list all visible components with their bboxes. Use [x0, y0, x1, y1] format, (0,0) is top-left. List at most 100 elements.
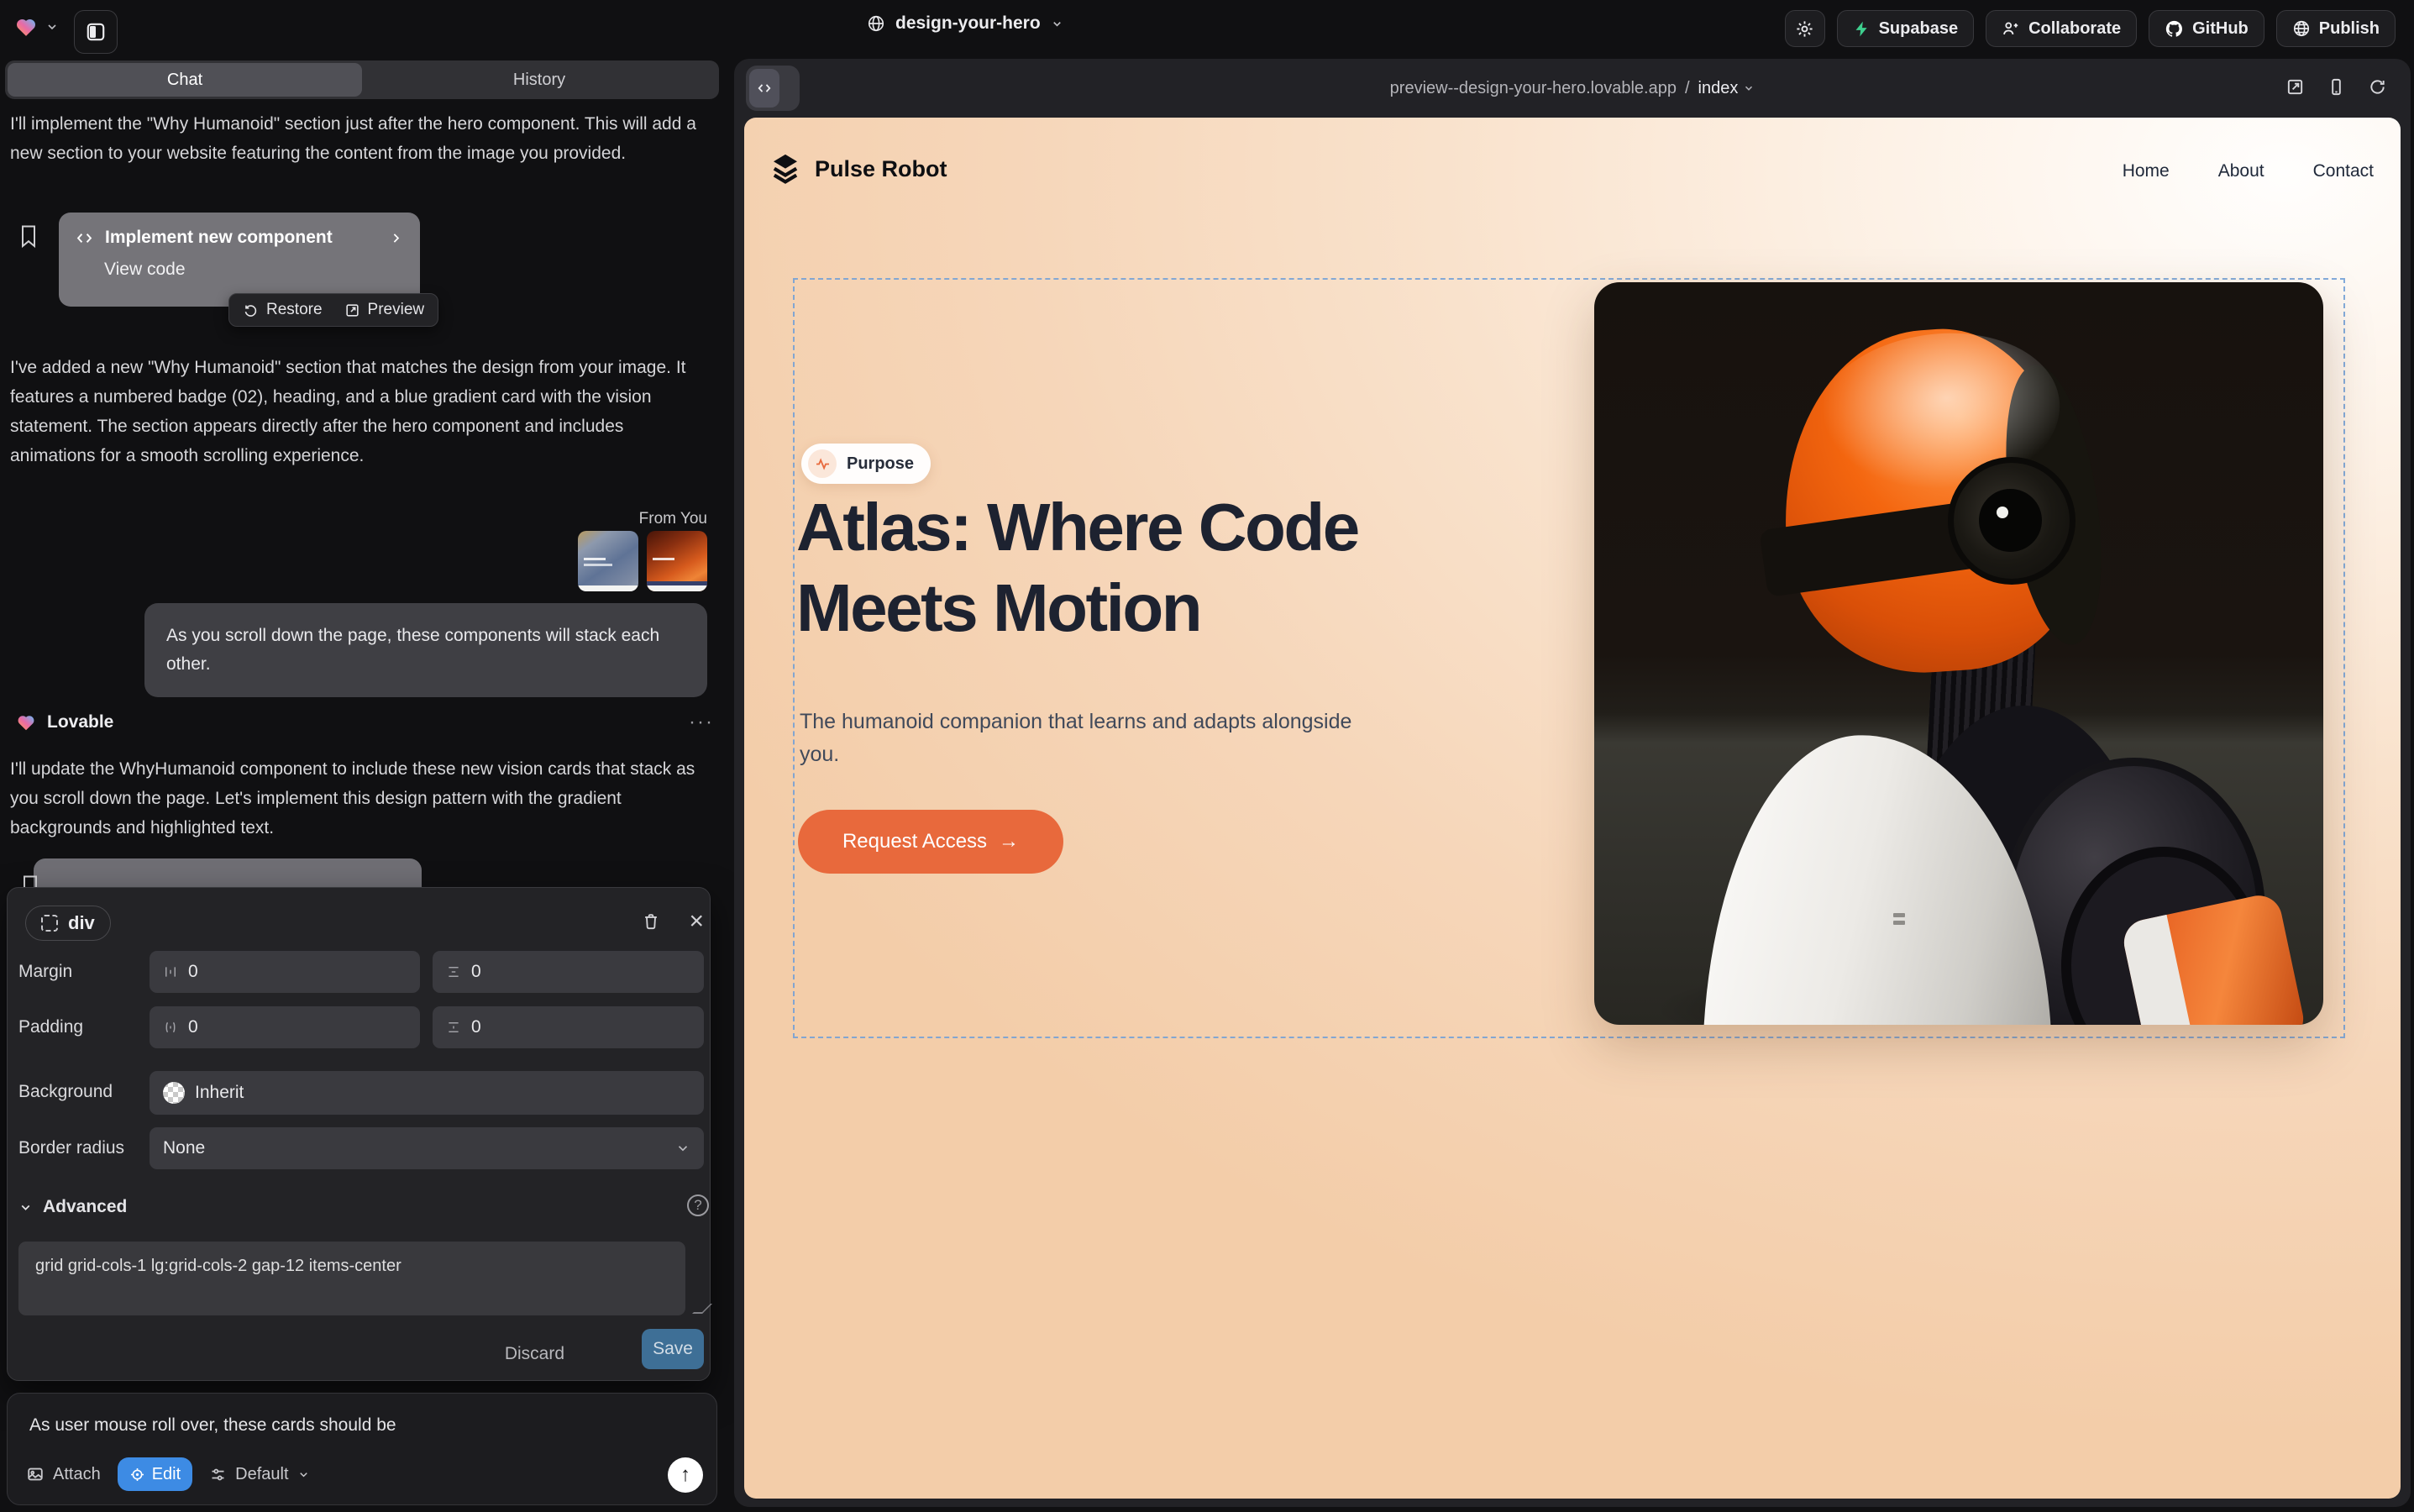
delete-element-button[interactable] [642, 911, 660, 932]
border-radius-value: None [163, 1138, 205, 1158]
chevron-down-icon [18, 1200, 33, 1215]
advanced-label: Advanced [43, 1197, 127, 1217]
edit-mode-button[interactable]: Edit [118, 1457, 192, 1491]
lovable-app-window: design-your-hero Supabase Co [0, 0, 2414, 1512]
margin-y-value: 0 [471, 962, 481, 982]
project-name: design-your-hero [895, 13, 1041, 34]
help-icon[interactable]: ? [687, 1194, 709, 1216]
github-label: GitHub [2192, 19, 2249, 39]
send-button[interactable]: ↑ [668, 1457, 703, 1493]
padding-y-input[interactable]: 0 [433, 1006, 704, 1048]
preview-button[interactable]: Preview [344, 301, 425, 319]
attachment-image-orange[interactable] [647, 531, 707, 591]
supabase-button[interactable]: Supabase [1837, 10, 1974, 47]
chevron-down-icon [1743, 82, 1755, 94]
github-button[interactable]: GitHub [2149, 10, 2264, 47]
robot-lens-glint [1997, 507, 2008, 518]
users-plus-icon [2002, 19, 2020, 38]
restore-button[interactable]: Restore [243, 301, 323, 319]
preview-panel: preview--design-your-hero.lovable.app / … [734, 59, 2411, 1507]
margin-x-icon [163, 964, 178, 979]
close-inspector-button[interactable]: × [689, 909, 704, 934]
project-switcher[interactable]: design-your-hero [867, 13, 1063, 34]
purpose-badge-label: Purpose [847, 454, 914, 474]
selected-element-chip[interactable]: div [25, 906, 111, 941]
gear-icon [1795, 19, 1814, 39]
site-nav: Home About Contact [2123, 161, 2374, 181]
bookmark-icon-partial [20, 874, 40, 887]
assistant-message-1: I'll implement the "Why Humanoid" sectio… [10, 109, 711, 168]
cta-label: Request Access [842, 830, 987, 853]
margin-y-input[interactable]: 0 [433, 951, 704, 993]
background-value: Inherit [195, 1083, 244, 1103]
request-access-button[interactable]: Request Access → [798, 810, 1063, 874]
restore-label: Restore [266, 301, 323, 319]
border-radius-select[interactable]: None [150, 1127, 704, 1169]
attach-button[interactable]: Attach [26, 1465, 101, 1484]
supabase-bolt-icon [1853, 20, 1871, 38]
padding-y-icon [446, 1020, 461, 1035]
discard-button[interactable]: Discard [505, 1334, 564, 1374]
message-menu-button[interactable]: ··· [689, 711, 714, 734]
nav-item-contact[interactable]: Contact [2313, 161, 2374, 181]
hero-subheading: The humanoid companion that learns and a… [800, 706, 1354, 771]
margin-y-icon [446, 964, 461, 979]
settings-button[interactable] [1785, 10, 1825, 47]
transparency-swatch-icon [163, 1082, 185, 1104]
robot-camera-lens [1979, 489, 2042, 552]
margin-label: Margin [18, 962, 72, 982]
padding-y-value: 0 [471, 1017, 481, 1037]
arrow-right-icon: → [999, 830, 1019, 853]
publish-globe-icon [2292, 19, 2311, 38]
edit-label: Edit [152, 1465, 181, 1484]
chevron-down-icon [675, 1141, 690, 1156]
site-header: Pulse Robot Home About Contact [744, 118, 2401, 227]
site-logo[interactable]: Pulse Robot [768, 151, 947, 186]
preview-page-select[interactable]: index [1698, 79, 1755, 98]
hero-heading-line1: Atlas: Where Code [796, 487, 1358, 568]
project-chevron-down-icon [1051, 18, 1063, 30]
mobile-view-button[interactable] [2327, 77, 2346, 97]
nav-item-home[interactable]: Home [2123, 161, 2170, 181]
target-icon [129, 1467, 145, 1483]
site-preview: Pulse Robot Home About Contact Purpose A… [744, 118, 2401, 1499]
image-plus-icon [26, 1465, 45, 1483]
publish-label: Publish [2319, 19, 2380, 39]
restore-icon [243, 302, 259, 318]
tailwind-classes-input[interactable]: grid grid-cols-1 lg:grid-cols-2 gap-12 i… [18, 1242, 685, 1315]
collaborate-label: Collaborate [2028, 19, 2121, 39]
publish-button[interactable]: Publish [2276, 10, 2396, 47]
collaborate-button[interactable]: Collaborate [1986, 10, 2137, 47]
open-in-new-tab-button[interactable] [2285, 77, 2305, 97]
refresh-button[interactable] [2368, 77, 2387, 97]
advanced-section-toggle[interactable]: Advanced [18, 1197, 127, 1217]
dashed-selection-icon [41, 915, 58, 932]
layers-logo-icon [768, 151, 803, 186]
margin-x-input[interactable]: 0 [150, 951, 420, 993]
view-code-link[interactable]: View code [104, 260, 403, 280]
tab-chat[interactable]: Chat [8, 63, 362, 97]
background-input[interactable]: Inherit [150, 1071, 704, 1115]
tab-history[interactable]: History [362, 63, 716, 97]
chat-history-tabs: Chat History [5, 60, 719, 99]
chevron-down-icon [297, 1468, 310, 1481]
component-card-title: Implement new component [105, 228, 333, 248]
save-button[interactable]: Save [642, 1329, 704, 1369]
preview-url-bar[interactable]: preview--design-your-hero.lovable.app / … [734, 59, 2411, 118]
hero-heading-line2: Meets Motion [796, 568, 1358, 648]
url-page: index [1698, 79, 1739, 98]
nav-item-about[interactable]: About [2218, 161, 2264, 181]
attachment-image-blue[interactable] [578, 531, 638, 591]
assistant-message-2: I've added a new "Why Humanoid" section … [10, 353, 711, 470]
chevron-right-icon [389, 231, 403, 245]
mode-select[interactable]: Default [209, 1465, 309, 1484]
external-link-icon [344, 302, 360, 318]
robot-vent-detail [1893, 913, 1905, 917]
lovable-heart-icon [15, 712, 37, 732]
purpose-badge: Purpose [801, 444, 931, 484]
message-input[interactable]: As user mouse roll over, these cards sho… [29, 1415, 685, 1436]
code-icon [76, 229, 93, 247]
preview-label: Preview [368, 301, 425, 319]
padding-x-input[interactable]: 0 [150, 1006, 420, 1048]
bookmark-icon[interactable] [18, 223, 39, 249]
